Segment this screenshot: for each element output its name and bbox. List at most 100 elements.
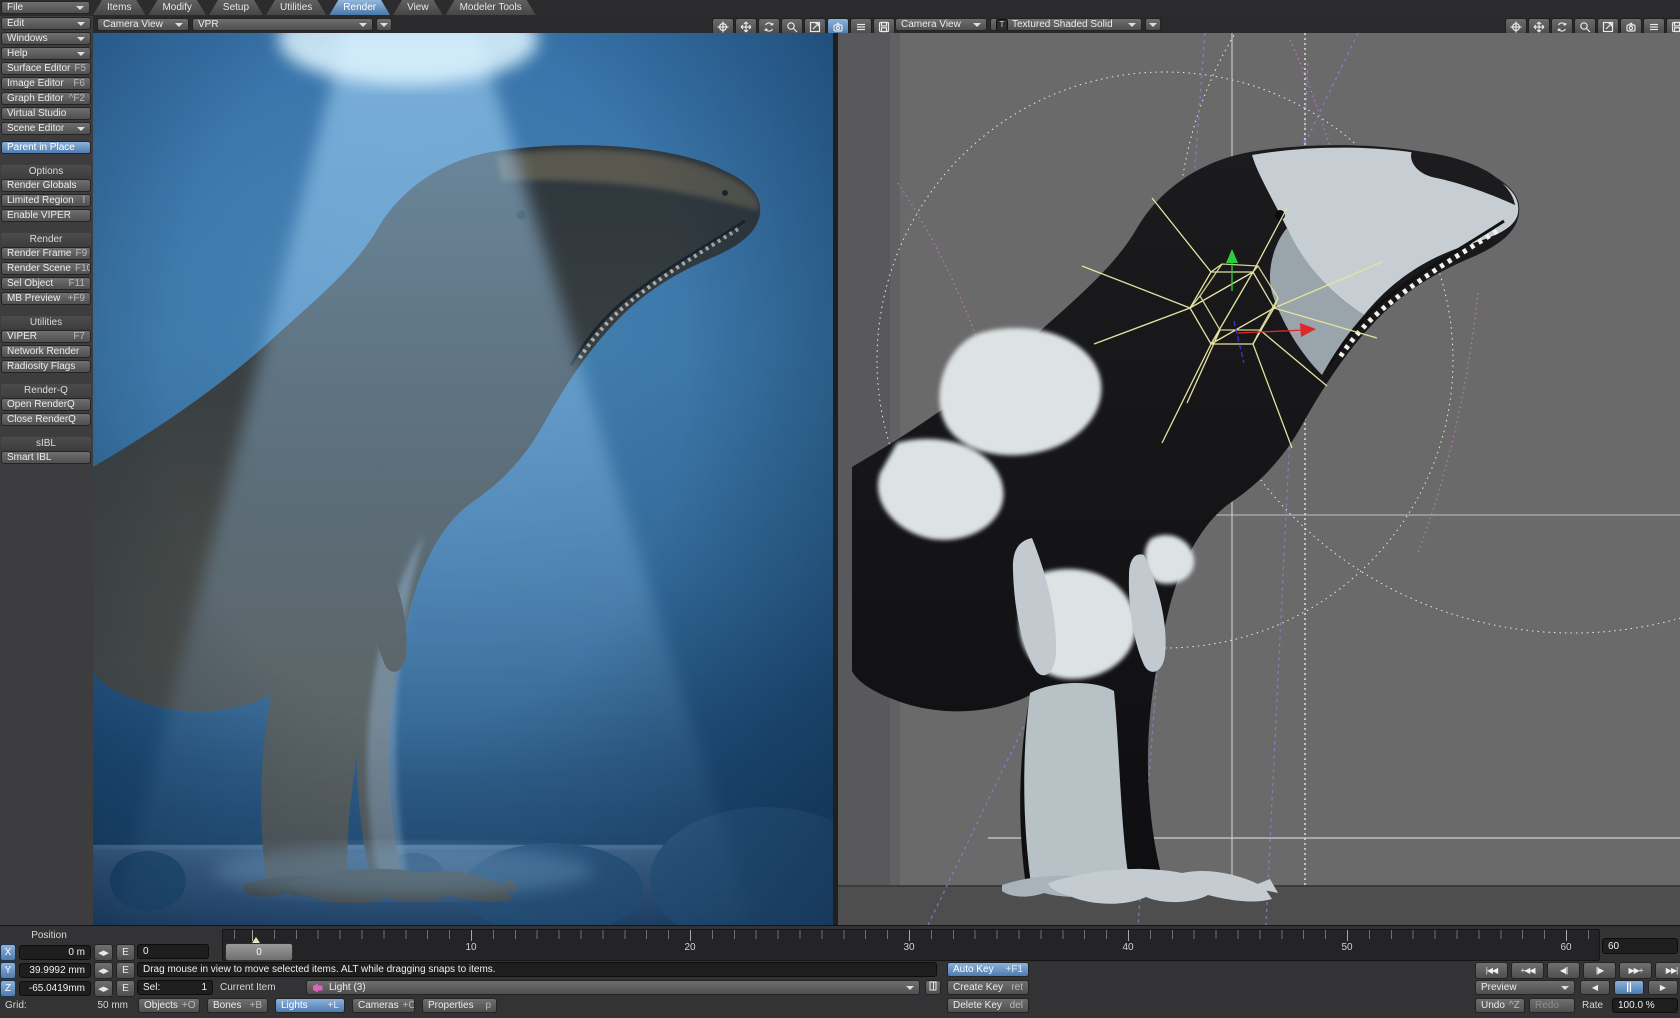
sidebar-section-options: Options <box>1 165 91 177</box>
axis-row-z: Z-65.0419mm◀▶E <box>0 980 135 997</box>
axis-z-envelope-button[interactable]: E <box>116 980 135 997</box>
sidebar-section-sibl: sIBL <box>1 437 91 449</box>
sidebar-menu-edit[interactable]: Edit <box>1 17 91 30</box>
ruler-major-tick <box>909 930 910 941</box>
sidebar-item-viper[interactable]: VIPERF7 <box>1 330 91 343</box>
sidebar-menu-help[interactable]: Help <box>1 47 91 60</box>
right-view-mode-dropdown[interactable]: Camera View <box>895 18 987 31</box>
item-tab-bones[interactable]: Bones+B <box>207 998 268 1013</box>
right-render-mode-dropdown[interactable]: T Textured Shaded Solid <box>990 18 1142 31</box>
tab-modify[interactable]: Modify <box>148 0 205 15</box>
play-reverse-button[interactable]: ◀ <box>1580 980 1610 995</box>
go-to-start-button[interactable]: |◀◀ <box>1475 962 1508 979</box>
axis-y-stepper[interactable]: ◀▶ <box>94 962 113 979</box>
tab-setup[interactable]: Setup <box>209 0 263 15</box>
texture-badge: T <box>996 19 1008 31</box>
sidebar-item-limited-region[interactable]: Limited Regionl <box>1 194 91 207</box>
pause-button[interactable]: || <box>1614 980 1644 995</box>
axis-x-stepper[interactable]: ◀▶ <box>94 944 113 961</box>
tab-view[interactable]: View <box>393 0 443 15</box>
previous-key-button[interactable]: +◀◀ <box>1511 962 1544 979</box>
left-viewport-options-dropdown[interactable] <box>376 18 392 31</box>
item-tab-objects[interactable]: Objects+O <box>138 998 200 1013</box>
sidebar: Edit Windows Help Surface EditorF5 Image Edi… <box>0 16 93 925</box>
sidebar-menu-windows[interactable]: Windows <box>1 32 91 45</box>
current-frame-field[interactable]: 0 <box>137 944 209 959</box>
undo-shortcut: ^Z <box>1505 1000 1520 1011</box>
redo-button[interactable]: Redo <box>1529 998 1575 1013</box>
axis-x-envelope-button[interactable]: E <box>116 944 135 961</box>
sidebar-item-render-frame[interactable]: Render FrameF9 <box>1 247 91 260</box>
step-forward-button[interactable]: ||▶ <box>1583 962 1616 979</box>
axis-z-value-field[interactable]: -65.0419mm <box>19 981 91 996</box>
rate-label: Rate <box>1582 1000 1603 1011</box>
item-tab-lights[interactable]: Lights+L <box>275 998 345 1013</box>
status-hint-text: Drag mouse in view to move selected item… <box>143 964 496 975</box>
item-tab-properties[interactable]: Propertiesp <box>422 998 497 1013</box>
sidebar-item-parent-in-place[interactable]: Parent in Place <box>1 141 91 154</box>
light-icon <box>312 983 324 993</box>
timeline-ruler[interactable]: 0102030405060 0 <box>222 929 1600 961</box>
delete-key-button[interactable]: Delete Keydel <box>947 998 1029 1013</box>
item-panel-button[interactable] <box>925 980 941 995</box>
axis-x-value-field[interactable]: 0 m <box>19 945 91 960</box>
play-button[interactable]: ▶ <box>1648 980 1678 995</box>
left-render-mode-dropdown[interactable]: VPR <box>192 18 373 31</box>
right-viewport-options-dropdown[interactable] <box>1145 18 1161 31</box>
preview-dropdown[interactable]: Preview <box>1475 980 1575 995</box>
auto-key-button[interactable]: Auto Key+F1 <box>947 962 1029 977</box>
item-tab-cameras[interactable]: Cameras+C <box>352 998 415 1013</box>
lightwave-layout-window: File ItemsModify SetupUtilitiesRenderView… <box>0 0 1680 1018</box>
trex-model <box>852 145 1519 904</box>
go-to-end-button[interactable]: ▶▶| <box>1655 962 1680 979</box>
left-viewport-vpr-render[interactable] <box>93 33 833 925</box>
sidebar-item-mb-preview[interactable]: MB Preview+F9 <box>1 292 91 305</box>
step-back-button[interactable]: ◀|| <box>1547 962 1580 979</box>
create-key-button[interactable]: Create Keyret <box>947 980 1029 995</box>
tab-render[interactable]: Render <box>329 0 390 15</box>
left-view-mode-dropdown[interactable]: Camera View <box>97 18 189 31</box>
axis-row-x: X0 m◀▶E <box>0 944 135 961</box>
sidebar-section-render-q: Render-Q <box>1 384 91 396</box>
sidebar-item-sel-object[interactable]: Sel ObjectF11 <box>1 277 91 290</box>
axis-x-button[interactable]: X <box>0 944 16 961</box>
sidebar-item-graph-editor[interactable]: Graph Editor^F2 <box>1 92 91 105</box>
opengl-trex-scene <box>838 33 1680 925</box>
frame-marker-icon <box>252 933 260 943</box>
tab-items[interactable]: Items <box>93 0 145 15</box>
sidebar-item-surface-editor[interactable]: Surface EditorF5 <box>1 62 91 75</box>
sidebar-item-image-editor[interactable]: Image EditorF6 <box>1 77 91 90</box>
axis-y-value-field[interactable]: 39.9992 mm <box>19 963 91 978</box>
ruler-major-tick <box>1566 930 1567 941</box>
file-menu[interactable]: File <box>1 1 90 14</box>
sidebar-item-smart-ibl[interactable]: Smart IBL <box>1 451 91 464</box>
rate-field[interactable]: 100.0 % <box>1612 998 1678 1013</box>
ruler-label-60: 60 <box>1560 942 1571 953</box>
sidebar-item-close-renderq[interactable]: Close RenderQ <box>1 413 91 426</box>
tab-modeler-tools[interactable]: Modeler Tools <box>446 0 536 15</box>
vpr-trex-scene <box>93 33 833 925</box>
end-frame-field[interactable]: 60 <box>1602 938 1678 954</box>
undo-button[interactable]: Undo ^Z <box>1475 998 1525 1013</box>
axis-z-stepper[interactable]: ◀▶ <box>94 980 113 997</box>
axis-y-envelope-button[interactable]: E <box>116 962 135 979</box>
next-key-button[interactable]: ▶▶+ <box>1619 962 1652 979</box>
ruler-label-10: 10 <box>465 942 476 953</box>
sidebar-item-radiosity-flags[interactable]: Radiosity Flags <box>1 360 91 373</box>
frame-slider-handle[interactable]: 0 <box>225 943 293 961</box>
right-viewport-opengl[interactable] <box>838 33 1680 925</box>
sel-label: Sel: <box>143 982 160 993</box>
sidebar-item-virtual-studio[interactable]: Virtual Studio <box>1 107 91 120</box>
bottom-control-panel: Position 0102030405060 0 60 0 X0 m◀▶EY39… <box>0 925 1680 1018</box>
sidebar-item-open-renderq[interactable]: Open RenderQ <box>1 398 91 411</box>
sidebar-item-render-scene[interactable]: Render SceneF10 <box>1 262 91 275</box>
sidebar-item-render-globals[interactable]: Render Globals <box>1 179 91 192</box>
axis-y-button[interactable]: Y <box>0 962 16 979</box>
sidebar-item-network-render[interactable]: Network Render <box>1 345 91 358</box>
tab-utilities[interactable]: Utilities <box>266 0 326 15</box>
axis-z-button[interactable]: Z <box>0 980 16 997</box>
preview-label: Preview <box>1481 982 1517 993</box>
current-item-dropdown[interactable]: Light (3) <box>306 980 920 995</box>
sidebar-item-scene-editor[interactable]: Scene Editor <box>1 122 91 135</box>
sidebar-item-enable-viper[interactable]: Enable VIPER <box>1 209 91 222</box>
